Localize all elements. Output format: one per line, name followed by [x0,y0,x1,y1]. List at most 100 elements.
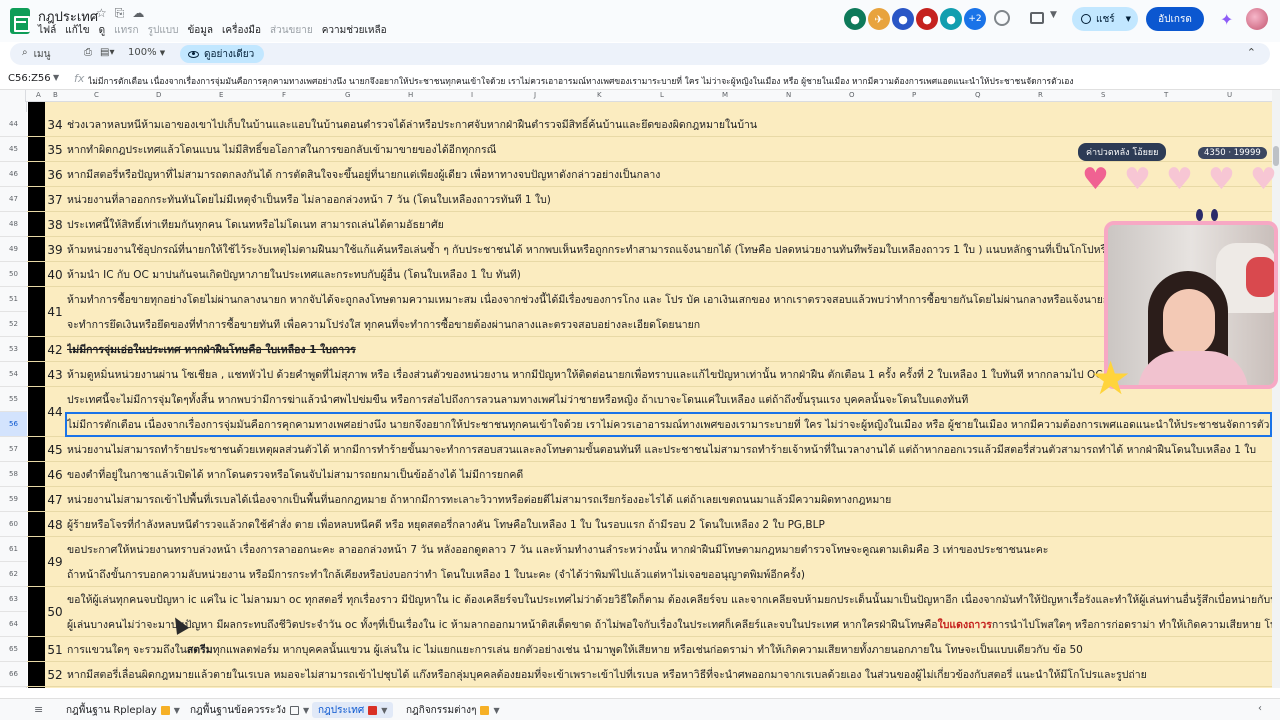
sheets-logo-icon[interactable] [10,8,30,34]
meet-camera-icon[interactable] [1030,12,1044,24]
row-header[interactable]: 53 [0,337,27,362]
rule-number[interactable]: 35 [45,137,65,162]
row-header[interactable]: 59 [0,487,27,512]
sheet-tab[interactable]: กฎกิจกรรมต่างๆ ▼ [400,702,506,718]
rule-text[interactable]: หน่วยงานไม่สามารถเข้าไปพื้นที่เรเบลได้เน… [67,487,1272,512]
rule-number[interactable]: 46 [45,462,65,487]
chevron-down-icon[interactable]: ▼ [1050,10,1057,20]
row-header[interactable]: 57 [0,437,27,462]
column-header[interactable]: N [786,91,791,99]
rule-text[interactable]: การแขวนใดๆ จะรวมถึงใน สตรีม ทุกแพลตฟอร์ม ห… [67,637,1272,662]
rule-text[interactable]: ขอให้ผู้เล่นทุกคนจบปัญหา ic แค่ใน ic ไม่… [67,587,1272,612]
menu-extensions[interactable]: ส่วนขยาย [270,23,313,38]
row-header[interactable]: 58 [0,462,27,487]
column-header[interactable]: P [912,91,916,99]
menu-help[interactable]: ความช่วยเหลือ [322,23,387,38]
zoom-select[interactable]: 100% ▼ [128,47,165,58]
column-header[interactable]: D [156,91,161,99]
column-header[interactable]: M [722,91,728,99]
rule-number[interactable]: 45 [45,437,65,462]
column-header[interactable]: E [219,91,223,99]
formula-input[interactable]: ไม่มีการตักเตือน เนื่องจากเรื่องการจุ่มม… [88,74,1268,88]
paint-format-icon[interactable]: ▤▾ [100,47,114,58]
column-header[interactable]: L [660,91,664,99]
row-header[interactable]: 54 [0,362,27,387]
rule-text[interactable]: ห้ามทำการซื้อขายทุกอย่างโดยไม่ผ่านกลางนา… [67,287,1272,312]
rule-number[interactable]: 39 [45,237,65,262]
column-header[interactable]: H [408,91,413,99]
rule-number[interactable]: 34 [45,112,65,137]
column-header[interactable]: G [345,91,350,99]
menu-search[interactable]: ⌕ เมนู [22,47,50,62]
row-header[interactable]: 61 [0,537,27,562]
rule-text[interactable]: ถ้าหน้าถึงขั้นการบอกความลับหน่วยงาน หรือ… [67,562,1272,587]
column-header[interactable]: F [282,91,286,99]
rule-number[interactable]: 49 [45,537,65,587]
upgrade-button[interactable]: อัปเกรด [1146,7,1204,31]
menu-tools[interactable]: เครื่องมือ [222,23,261,38]
column-header[interactable]: U [1227,91,1232,99]
menu-data[interactable]: ข้อมูล [187,23,213,38]
column-header[interactable]: Q [975,91,981,99]
rule-text[interactable]: ประเทศนี้ให้สิทธิ์เท่าเทียมกันทุกคน โดเน… [67,212,1272,237]
rule-text[interactable]: จะทำการยึดเงินหรือยึดของที่ทำการซื้อขายท… [67,312,1272,337]
menu-view[interactable]: ดู [99,23,106,38]
collaborator-avatar-icon[interactable]: ● [844,8,866,30]
all-sheets-menu-icon[interactable]: ≡ [34,703,43,716]
collaborator-avatar-icon[interactable]: ✈ [868,8,890,30]
menu-file[interactable]: ไฟล์ [38,23,56,38]
column-header[interactable]: J [534,91,536,99]
menu-insert[interactable]: แทรก [114,23,138,38]
column-header[interactable]: R [1038,91,1043,99]
rule-number[interactable]: 41 [45,287,65,337]
rule-text[interactable]: ห้ามนำ IC กับ OC มาปนกันจนเกิดปัญหาภายใน… [67,262,1272,287]
rule-number[interactable]: 40 [45,262,65,287]
rule-number[interactable]: 42 [45,337,65,362]
column-header[interactable]: B [53,91,58,99]
rule-number[interactable]: 48 [45,512,65,537]
row-header[interactable]: 45 [0,137,27,162]
rule-number[interactable]: 44 [45,387,65,437]
column-header[interactable]: O [849,91,855,99]
collaborator-avatar-icon[interactable]: ● [940,8,962,30]
rule-number[interactable]: 51 [45,637,65,662]
print-icon[interactable]: ⎙ [84,47,92,58]
row-header[interactable]: 63 [0,587,27,612]
row-header[interactable]: 49 [0,237,27,262]
row-header[interactable]: 44 [0,112,27,137]
row-header[interactable]: 62 [0,562,27,587]
rule-number[interactable]: 36 [45,162,65,187]
chevron-left-icon[interactable]: ‹ [1258,703,1262,714]
column-header[interactable]: I [471,91,473,99]
move-folder-icon[interactable]: ⎘ [115,6,125,21]
row-header[interactable]: 65 [0,637,27,662]
row-header[interactable]: 48 [0,212,27,237]
column-header[interactable]: A [36,91,41,99]
chevron-down-icon[interactable]: ▼ [493,706,499,715]
row-header[interactable]: 56 [0,412,27,437]
row-header[interactable]: 52 [0,312,27,337]
account-avatar[interactable] [1246,8,1268,30]
column-header[interactable]: T [1164,91,1168,99]
rule-number[interactable]: 38 [45,212,65,237]
column-header[interactable]: K [597,91,602,99]
rule-text[interactable]: ผู้เล่นบางคนไม่ว่าจะมาปนปัญหา มีผลกระทบถ… [67,612,1272,637]
rule-text[interactable]: หน่วยงานไม่สามารถทำร้ายประชาชนด้วยเหตุผล… [67,437,1272,462]
cloud-status-icon[interactable]: ☁ [132,6,144,21]
row-header[interactable]: 47 [0,187,27,212]
rule-number[interactable]: 37 [45,187,65,212]
rule-text[interactable]: ของตำที่อยู่ในกาซาแล้วเปิดได้ หากโดนตรวจ… [67,462,1272,487]
menu-edit[interactable]: แก้ไข [65,23,89,38]
rule-text[interactable]: ขอประกาศให้หน่วยงานทราบล่วงหน้า เรื่องกา… [67,537,1272,562]
row-header[interactable]: 64 [0,612,27,637]
rule-number[interactable]: 43 [45,362,65,387]
name-box[interactable]: C56:Z56 [8,73,51,84]
chevron-down-icon[interactable]: ▼ [174,706,180,715]
menu-format[interactable]: รูปแบบ [148,23,179,38]
share-button[interactable]: แชร์ ▼ [1072,7,1138,31]
column-header[interactable]: C [94,91,99,99]
gemini-sparkle-icon[interactable]: ✦ [1220,10,1233,29]
column-header[interactable]: S [1101,91,1105,99]
version-history-icon[interactable] [994,10,1010,26]
star-icon[interactable]: ☆ [96,6,107,21]
